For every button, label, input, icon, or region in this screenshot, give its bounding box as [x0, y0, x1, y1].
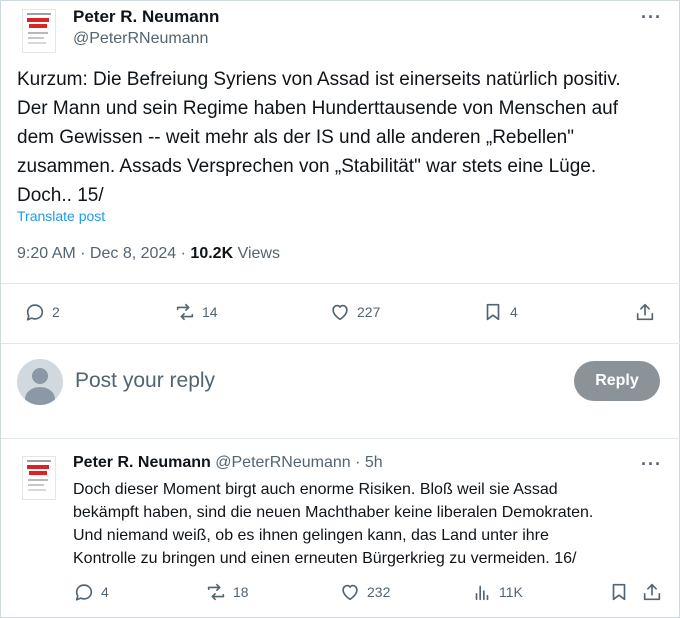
post-time[interactable]: 9:20 AM: [17, 245, 76, 262]
reply-author-avatar[interactable]: [22, 456, 56, 500]
reply-reply-count: 4: [101, 584, 109, 600]
post-text-line: zusammen. Assads Versprechen von „Stabil…: [17, 156, 597, 177]
reply-like-count: 232: [367, 584, 391, 600]
reply-separator: ·: [350, 454, 365, 471]
reply-count: 2: [52, 304, 60, 320]
author-avatar[interactable]: [22, 9, 56, 53]
meta-separator: ·: [75, 245, 90, 262]
reply-text-line: Und niemand weiß, ob es ihnen gelingen k…: [73, 527, 549, 544]
repost-action[interactable]: 14: [174, 301, 218, 323]
reply-text-line: Doch dieser Moment birgt auch enorme Ris…: [73, 481, 558, 498]
like-count: 227: [357, 304, 381, 320]
author-handle[interactable]: @PeterRNeumann: [73, 30, 208, 48]
reply-author-handle[interactable]: @PeterRNeumann: [215, 454, 350, 471]
reply-author-name[interactable]: Peter R. Neumann: [73, 454, 211, 471]
reply-bookmark-action[interactable]: [608, 581, 630, 603]
post-text: Kurzum: Die Befreiung Syriens von Assad …: [17, 65, 667, 210]
divider: [1, 283, 680, 284]
divider: [1, 438, 680, 439]
repost-icon: [207, 583, 225, 601]
reply-text: Doch dieser Moment birgt auch enorme Ris…: [73, 478, 663, 570]
reply-views-action[interactable]: 11K: [471, 581, 523, 603]
reply-text-line: Kontrolle zu bringen und einen erneuten …: [73, 550, 577, 567]
reply-like-action[interactable]: 232: [339, 581, 390, 603]
reply-icon: [75, 584, 93, 601]
share-action[interactable]: [634, 301, 656, 323]
bookmark-icon: [612, 583, 626, 601]
reply-input[interactable]: Post your reply: [75, 369, 215, 393]
translate-post-link[interactable]: Translate post: [17, 208, 105, 224]
post-text-line: dem Gewissen -- weit mehr als der IS und…: [17, 127, 574, 148]
reply-repost-count: 18: [233, 584, 249, 600]
meta-separator: ·: [176, 245, 191, 262]
reply-button[interactable]: Reply: [574, 361, 660, 401]
views-label: Views: [233, 245, 280, 262]
reply-views-count: 11K: [499, 584, 523, 600]
user-avatar[interactable]: [17, 359, 63, 405]
post-date[interactable]: Dec 8, 2024: [90, 245, 176, 262]
reply-icon: [26, 304, 44, 321]
author-name[interactable]: Peter R. Neumann: [73, 7, 219, 27]
reply-action[interactable]: 2: [24, 301, 60, 323]
post-text-line: Kurzum: Die Befreiung Syriens von Assad …: [17, 69, 621, 90]
repost-count: 14: [202, 304, 218, 320]
reply-share-action[interactable]: [641, 581, 663, 603]
post-text-line: Der Mann und sein Regime haben Hundertta…: [17, 98, 618, 119]
divider: [1, 343, 680, 344]
heart-icon: [332, 304, 348, 321]
views-chart-icon: [475, 585, 489, 601]
reply-reply-action[interactable]: 4: [73, 581, 109, 603]
reply-repost-action[interactable]: 18: [205, 581, 249, 603]
like-action[interactable]: 227: [329, 301, 380, 323]
heart-icon: [342, 584, 358, 601]
post-text-line: Doch.. 15/: [17, 185, 104, 206]
reply-text-line: bekämpft haben, sind die neuen Machthabe…: [73, 504, 594, 521]
more-options-icon[interactable]: ···: [641, 7, 662, 28]
reply-header: Peter R. Neumann @PeterRNeumann · 5h: [73, 454, 383, 472]
tweet-thread: Peter R. Neumann @PeterRNeumann ··· Kurz…: [0, 0, 680, 618]
bookmark-action[interactable]: 4: [482, 301, 518, 323]
post-meta: 9:20 AM · Dec 8, 2024 · 10.2K Views: [17, 245, 280, 263]
repost-icon: [176, 303, 194, 321]
bookmark-icon: [486, 303, 500, 321]
share-icon: [636, 303, 654, 321]
share-icon: [643, 583, 661, 601]
views-count: 10.2K: [190, 245, 234, 262]
reply-age[interactable]: 5h: [365, 454, 383, 471]
bookmark-count: 4: [510, 304, 518, 320]
reply-more-options-icon[interactable]: ···: [641, 454, 662, 475]
